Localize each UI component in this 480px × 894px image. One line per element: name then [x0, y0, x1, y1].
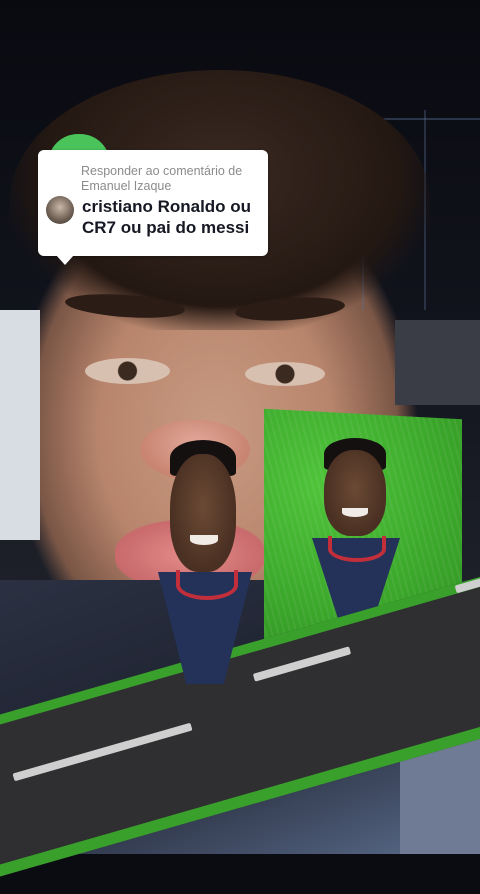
player-face — [170, 454, 236, 572]
reply-prefix: Responder ao comentário de — [81, 164, 243, 178]
creator-eye-right — [245, 362, 325, 386]
player-face — [324, 450, 386, 536]
player-collar — [328, 536, 386, 562]
player-cutout-face — [158, 440, 252, 685]
wall-sign-right — [395, 320, 480, 405]
comment-text: cristiano Ronaldo ou CR7 ou pai do messi — [82, 197, 252, 237]
wall-sign-left — [0, 310, 40, 540]
player-collar — [176, 570, 238, 600]
reply-header: Responder ao comentário de Emanuel Izaqu… — [81, 164, 261, 194]
player-smile — [190, 535, 218, 545]
commenter-avatar — [46, 196, 74, 224]
creator-eye-left — [85, 358, 170, 384]
player-cutout-grass — [312, 438, 402, 628]
player-smile — [342, 508, 368, 517]
commenter-name: Emanuel Izaque — [81, 179, 172, 193]
reply-comment-sticker[interactable]: Responder ao comentário de Emanuel Izaqu… — [38, 150, 268, 265]
